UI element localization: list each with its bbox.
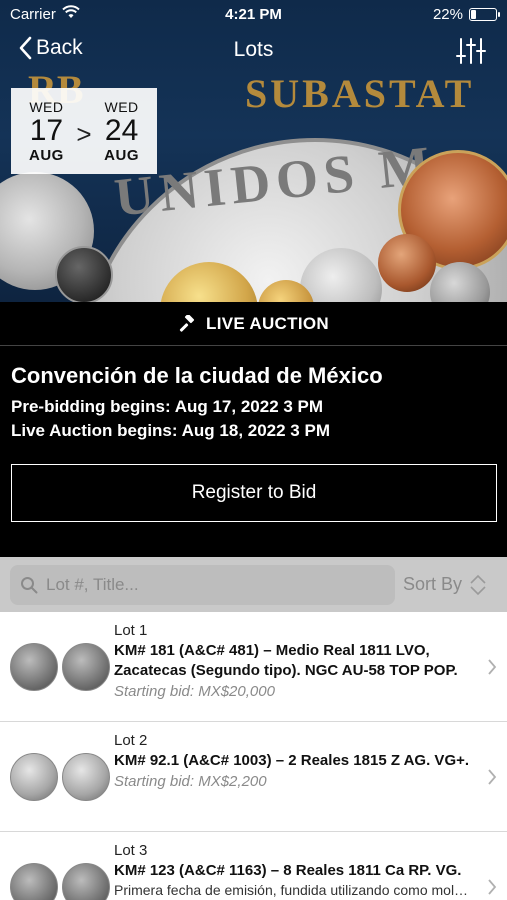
battery-percent: 22% [432,5,463,23]
lot-title: KM# 92.1 (A&C# 1003) – 2 Reales 1815 Z A… [114,752,470,769]
end-weekday: WED [104,98,139,115]
chevron-right-icon [488,768,497,785]
sort-arrows-icon [470,574,486,595]
status-bar: Carrier 4:21 PM 22% [0,0,507,28]
filter-button[interactable] [455,36,487,66]
starting-bid: Starting bid: MX$2,200 [114,773,267,790]
lots-list: Lot 1 KM# 181 (A&C# 481) – Medio Real 18… [0,612,507,900]
coin-thumbnail [62,862,110,900]
end-day: 24 [104,113,139,147]
start-date: WED 17 AUG [22,99,70,164]
lot-title: KM# 181 (A&C# 481) – Medio Real 1811 LVO… [114,642,458,679]
end-date: WED 24 AUG [98,99,146,164]
wifi-icon [62,5,80,23]
coin-thumbnail [10,642,58,691]
start-month: AUG [28,146,64,164]
coin-legend-text: UNIDOS M [111,134,439,228]
search-field[interactable] [10,564,395,605]
lot-description: Primera fecha de emisión, fundida utiliz… [114,882,469,898]
sort-by-label: Sort By [403,574,463,594]
chevron-right-icon [488,658,497,675]
coin-thumbnail [10,862,58,900]
coin-thumbnail [62,642,110,691]
list-item[interactable]: Lot 2 KM# 92.1 (A&C# 1003) – 2 Reales 18… [0,722,507,832]
lot-thumbnail [10,722,110,831]
start-weekday: WED [29,98,64,115]
lot-number: Lot 1 [114,622,148,639]
navigation-bar: Back Lots [0,28,507,76]
chevron-right-icon [488,878,497,895]
start-day: 17 [29,113,64,147]
lot-number: Lot 2 [114,732,148,749]
list-item[interactable]: Lot 1 KM# 181 (A&C# 481) – Medio Real 18… [0,612,507,722]
sort-by-button[interactable]: Sort By [403,573,488,597]
list-item[interactable]: Lot 3 KM# 123 (A&C# 1163) – 8 Reales 181… [0,832,507,900]
search-icon [21,576,38,593]
carrier-label: Carrier [10,5,56,23]
gavel-icon [179,314,195,332]
lot-title: KM# 123 (A&C# 1163) – 8 Reales 1811 Ca R… [114,862,462,879]
brand-logo-text: SUBASTAT [245,71,475,116]
coin-thumbnail [62,752,110,801]
prebid-date: Pre-bidding begins: Aug 17, 2022 3 PM [11,397,324,416]
sliders-icon [456,38,486,64]
starting-bid: Starting bid: MX$20,000 [114,683,275,700]
live-auction-label: LIVE AUCTION [206,313,329,333]
coin-thumbnail [10,752,58,801]
battery-icon [469,7,500,21]
lot-thumbnail [10,612,110,721]
lot-thumbnail [10,832,110,900]
live-auction-banner: LIVE AUCTION [0,302,507,346]
coin-image-dark [55,246,113,302]
page-title: Lots [233,38,274,61]
date-separator: > [76,118,92,149]
search-input[interactable] [46,574,385,595]
sale-title: Convención de la ciudad de México [11,363,383,388]
live-date: Live Auction begins: Aug 18, 2022 3 PM [11,421,330,440]
search-bar: Sort By [0,557,507,612]
coin-image-copper-small [378,234,436,292]
auction-dates: WED 17 AUG > WED 24 AUG [11,88,157,174]
end-month: AUG [104,146,140,164]
register-to-bid-button[interactable]: Register to Bid [11,464,497,522]
lot-number: Lot 3 [114,842,148,859]
sale-info: Convención de la ciudad de México Pre-bi… [0,347,507,557]
